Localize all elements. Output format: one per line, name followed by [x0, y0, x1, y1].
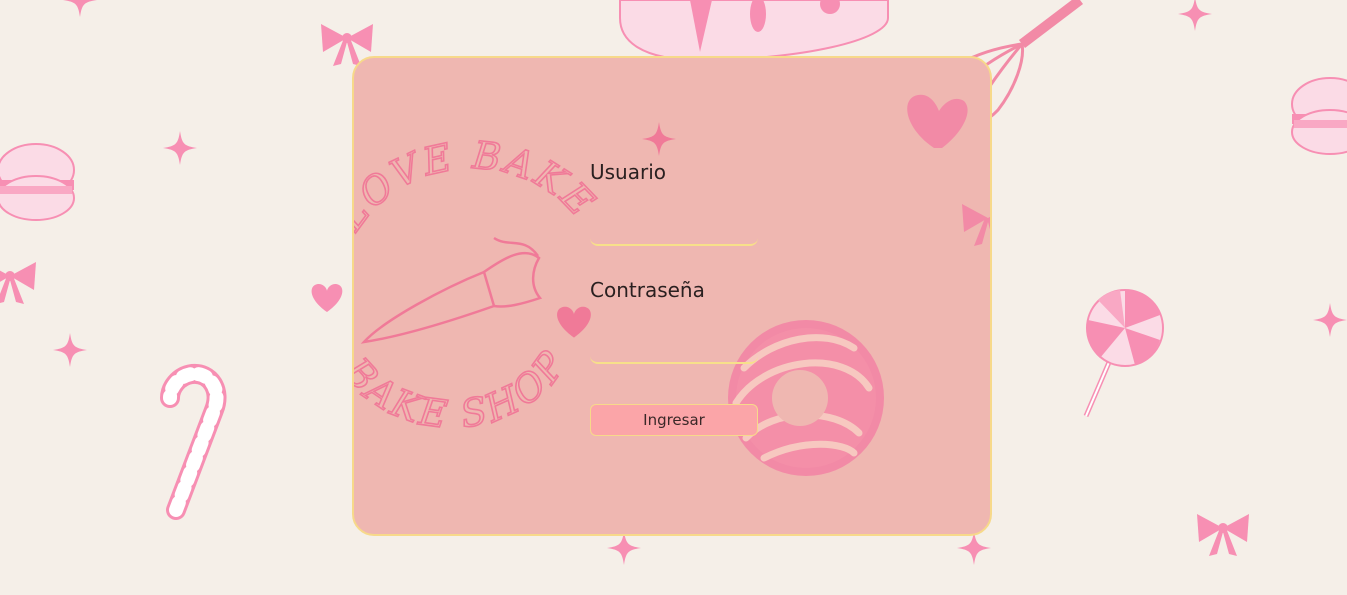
password-label: Contraseña	[590, 278, 705, 302]
sparkle-icon	[63, 0, 97, 17]
heart-icon	[311, 284, 343, 312]
bow-icon	[0, 262, 36, 304]
login-form: Usuario Contraseña Ingresar	[590, 158, 760, 436]
heart-icon	[557, 306, 591, 338]
logo-top-text: LOVE BAKE	[354, 133, 605, 239]
password-input[interactable]	[590, 334, 758, 364]
bow-icon	[1197, 514, 1249, 556]
candy-cane-icon	[160, 363, 227, 520]
macaron-icon	[0, 143, 75, 221]
sparkle-icon	[1178, 0, 1212, 31]
lollipop-icon	[1083, 289, 1164, 417]
sparkle-icon	[53, 333, 87, 367]
sparkle-icon	[642, 122, 676, 156]
macaron-icon	[1291, 77, 1347, 155]
username-input[interactable]	[590, 216, 758, 246]
sparkle-icon	[957, 531, 991, 565]
username-group: Usuario	[590, 158, 760, 246]
whisk-heart-icon	[907, 94, 968, 148]
piping-bag-icon	[360, 236, 543, 344]
username-label: Usuario	[590, 160, 667, 184]
bow-icon	[962, 204, 990, 246]
sparkle-icon	[607, 531, 641, 565]
login-card: LOVE BAKE BAKE SHOP	[352, 56, 992, 536]
sparkle-icon	[163, 131, 197, 165]
password-group: Contraseña	[590, 276, 760, 364]
submit-button[interactable]: Ingresar	[590, 404, 758, 436]
logo-bottom-text: BAKE SHOP	[354, 342, 576, 437]
sparkle-icon	[1313, 303, 1347, 337]
